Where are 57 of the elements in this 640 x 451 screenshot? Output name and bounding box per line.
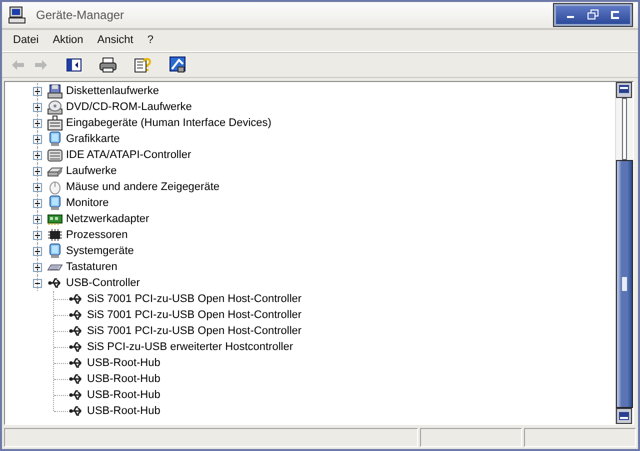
printer-icon[interactable] [99, 57, 117, 73]
tree-item[interactable]: Tastaturen [66, 261, 118, 273]
tree-item[interactable]: USB-Root-Hub [87, 373, 160, 385]
scroll-up-icon[interactable] [616, 82, 632, 98]
menu-item[interactable]: Ansicht [90, 32, 140, 48]
tree-item[interactable]: USB-Root-Hub [87, 389, 160, 401]
console-tree-icon[interactable] [66, 57, 82, 73]
floppy-drive-icon [47, 83, 63, 99]
computer-icon [8, 6, 26, 24]
menu-item[interactable]: ? [140, 32, 160, 48]
mouse-icon [47, 179, 63, 195]
expand-icon[interactable] [33, 246, 42, 256]
input-device-icon [47, 115, 63, 131]
menu-item[interactable]: Aktion [46, 32, 90, 48]
controller-icon [47, 147, 63, 163]
expand-icon[interactable] [33, 230, 42, 240]
tree-item[interactable]: Grafikkarte [66, 133, 120, 145]
tree-item[interactable]: Diskettenlaufwerke [66, 85, 159, 97]
tree-item[interactable]: IDE ATA/ATAPI-Controller [66, 149, 192, 161]
tree-item[interactable]: DVD/CD-ROM-Laufwerke [66, 101, 192, 113]
tree-item[interactable]: Laufwerke [66, 165, 117, 177]
expand-icon[interactable] [33, 214, 42, 224]
tree-item[interactable]: Netzwerkadapter [66, 213, 150, 225]
expand-icon[interactable] [33, 150, 42, 160]
menu-item[interactable]: Datei [6, 32, 46, 48]
scroll-thumb[interactable] [616, 160, 633, 408]
tree-item[interactable]: SiS 7001 PCI-zu-USB Open Host-Controller [87, 293, 302, 305]
expand-icon[interactable] [33, 262, 42, 272]
expand-icon[interactable] [33, 166, 42, 176]
scrollbar[interactable] [615, 82, 633, 424]
tree-item[interactable]: USB-Root-Hub [87, 357, 160, 369]
tree-item[interactable]: Prozessoren [66, 229, 128, 241]
tree-item[interactable]: SiS 7001 PCI-zu-USB Open Host-Controller [87, 325, 302, 337]
window-title: Geräte-Manager [36, 8, 124, 22]
system-device-icon [47, 243, 63, 259]
expand-icon[interactable] [33, 118, 42, 128]
tree-item[interactable]: Systemgeräte [66, 245, 134, 257]
expand-icon[interactable] [33, 86, 42, 96]
expand-icon[interactable] [33, 102, 42, 112]
monitor-icon [47, 195, 63, 211]
tree-item[interactable]: Monitore [66, 197, 109, 209]
help-properties-icon[interactable] [134, 56, 152, 74]
tree-item[interactable]: Mäuse und andere Zeigegeräte [66, 181, 220, 193]
tree-item[interactable]: USB-Controller [66, 277, 140, 289]
scroll-down-icon[interactable] [616, 408, 632, 424]
tree-item[interactable]: Eingabegeräte (Human Interface Devices) [66, 117, 272, 129]
monitor-icon [47, 131, 63, 147]
tree-item[interactable]: USB-Root-Hub [87, 405, 160, 417]
expand-icon[interactable] [33, 134, 42, 144]
expand-icon[interactable] [33, 182, 42, 192]
collapse-icon[interactable] [33, 278, 42, 288]
monitor-scan-icon[interactable] [169, 56, 187, 74]
expand-icon[interactable] [33, 198, 42, 208]
disc-drive-icon [47, 99, 63, 115]
tree-item[interactable]: SiS 7001 PCI-zu-USB Open Host-Controller [87, 309, 302, 321]
tree-item[interactable]: SiS PCI-zu-USB erweiterter Hostcontroller [87, 341, 294, 353]
chip-icon [47, 227, 63, 243]
